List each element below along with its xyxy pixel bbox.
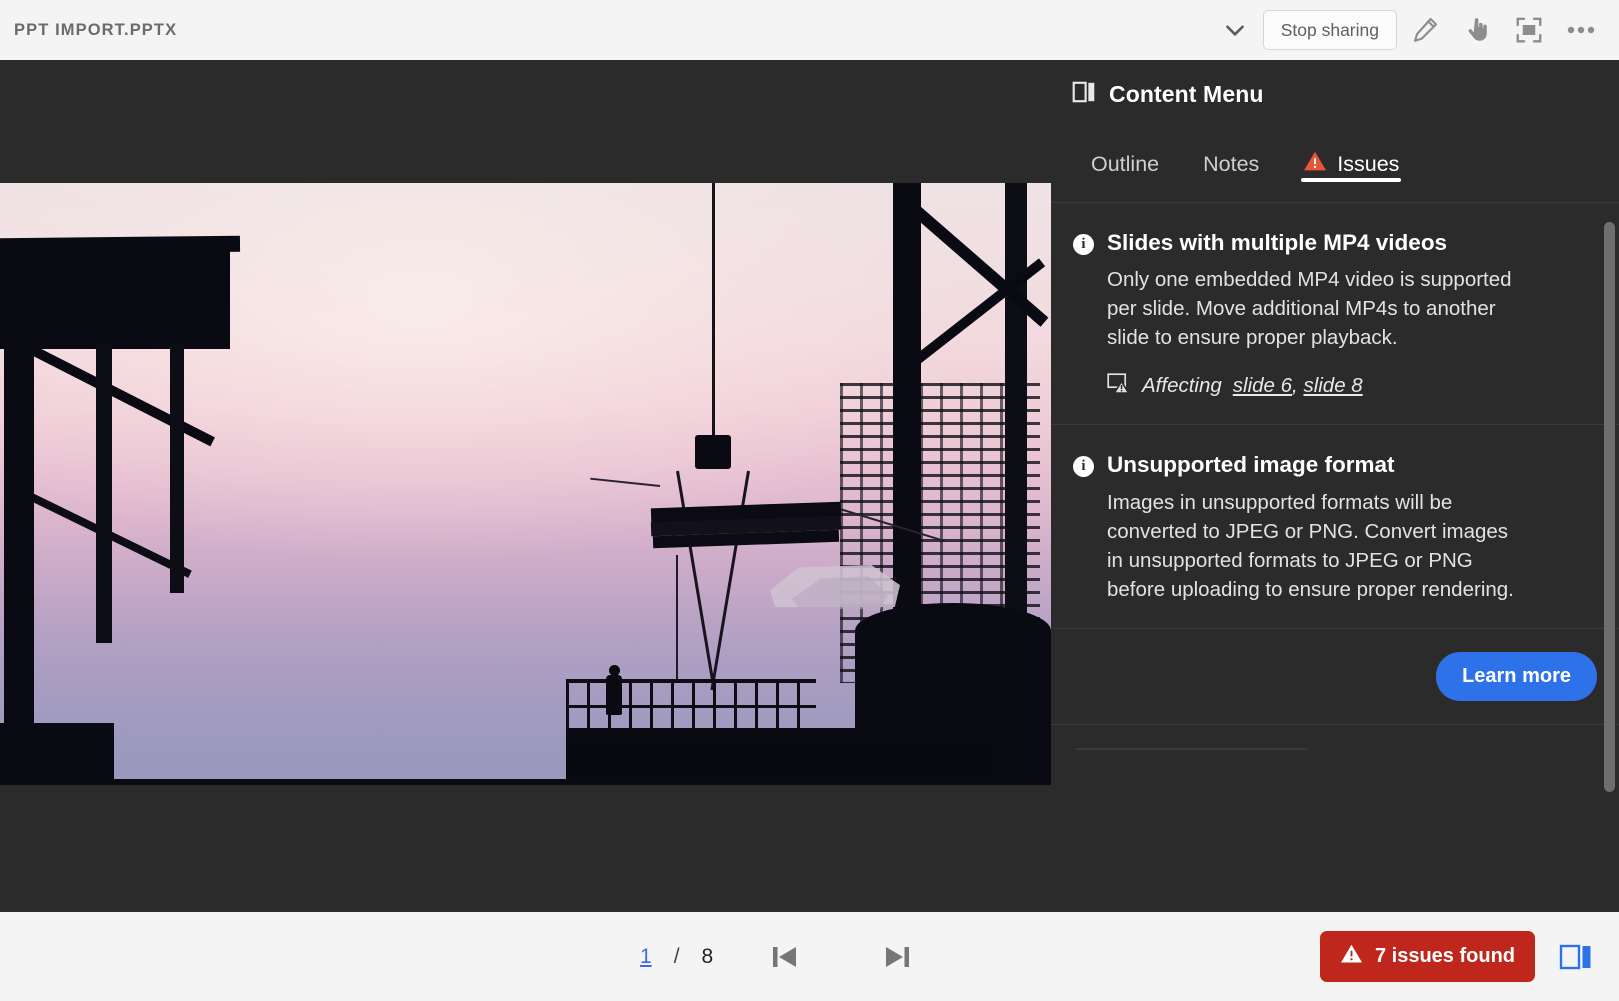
tab-notes-label: Notes <box>1203 151 1260 176</box>
tab-issues-label: Issues <box>1337 151 1400 176</box>
panel-scrollbar[interactable] <box>1604 222 1615 792</box>
silhouette-left-column-3 <box>170 343 184 593</box>
top-toolbar: PPT IMPORT.PPTX Stop sharing <box>0 0 1619 60</box>
issue-affecting-row: Affecting slide 6, slide 8 <box>1107 372 1589 400</box>
learn-more-button[interactable]: Learn more <box>1436 652 1597 702</box>
panel-title: Content Menu <box>1109 80 1264 107</box>
slide-stage <box>0 60 1051 912</box>
issue-description: Images in unsupported formats will be co… <box>1107 490 1514 601</box>
current-page-number[interactable]: 1 <box>640 945 652 969</box>
app-window: PPT IMPORT.PPTX Stop sharing Content Men… <box>0 0 1619 1001</box>
skip-to-end-icon[interactable] <box>867 933 927 981</box>
affecting-slide-link[interactable]: slide 8 <box>1303 374 1362 397</box>
warning-triangle-icon <box>1340 943 1363 970</box>
affecting-slide-link[interactable]: slide 6 <box>1233 374 1292 397</box>
chevron-down-icon[interactable] <box>1213 10 1257 50</box>
warning-triangle-icon <box>1303 150 1327 178</box>
stop-sharing-button[interactable]: Stop sharing <box>1262 10 1397 50</box>
bottom-toolbar-actions: 7 issues found <box>1319 931 1619 982</box>
toggle-side-panel-icon[interactable] <box>1553 937 1599 977</box>
panel-tabs: Outline Notes Issues <box>1051 128 1619 202</box>
silhouette-left-column-1 <box>4 343 34 785</box>
export-issues-row: Export issues (.CSV) <box>1051 725 1619 750</box>
issue-card[interactable]: i Unsupported image format Images in uns… <box>1051 425 1619 630</box>
content-menu-panel: Content Menu Outline Notes Issues i Slid… <box>1051 60 1619 912</box>
silhouette-left-column-2 <box>96 343 112 643</box>
crane-hook-block <box>695 435 731 469</box>
learn-more-row: Learn more <box>1051 629 1619 726</box>
ground-line <box>0 779 1051 785</box>
tab-notes[interactable]: Notes <box>1181 128 1281 190</box>
silhouette-left-base <box>0 723 114 785</box>
bottom-toolbar: 1 / 8 7 issues found <box>0 912 1619 1001</box>
total-page-count: 8 <box>701 944 714 968</box>
tab-outline-label: Outline <box>1091 151 1160 176</box>
crane-cable <box>712 183 715 435</box>
tab-active-underline <box>1301 178 1402 182</box>
worker-silhouette-body <box>606 675 622 715</box>
slide-warning-icon <box>1107 372 1131 400</box>
slide-pagination: 1 / 8 <box>640 933 927 981</box>
info-icon: i <box>1073 456 1094 478</box>
issue-affecting-label: Affecting <box>1142 374 1222 398</box>
hand-pointer-icon[interactable] <box>1453 8 1501 52</box>
page-separator: / <box>673 944 680 968</box>
issues-found-badge[interactable]: 7 issues found <box>1319 931 1535 982</box>
platform-rail-top <box>566 679 816 683</box>
slide-image <box>0 183 1051 785</box>
platform-rail-posts <box>566 679 816 729</box>
more-horizontal-icon[interactable] <box>1557 8 1605 52</box>
skip-to-start-icon[interactable] <box>755 933 815 981</box>
top-toolbar-actions: Stop sharing <box>1213 8 1619 52</box>
tab-issues[interactable]: Issues <box>1281 128 1421 190</box>
affecting-slides-comma: , <box>1292 374 1304 398</box>
issue-title: Unsupported image format <box>1107 452 1395 478</box>
issue-title-row: i Unsupported image format <box>1073 451 1589 479</box>
content-panel-icon <box>1071 79 1097 110</box>
issue-affecting-slides: slide 6, slide 8 <box>1233 374 1363 398</box>
issue-card[interactable]: i Slides with multiple MP4 videos Only o… <box>1051 203 1619 426</box>
panel-header: Content Menu <box>1051 60 1619 128</box>
issues-list: i Slides with multiple MP4 videos Only o… <box>1051 203 1619 750</box>
document-title: PPT IMPORT.PPTX <box>14 20 178 39</box>
export-issues-button[interactable]: Export issues (.CSV) <box>1073 748 1310 750</box>
tab-outline[interactable]: Outline <box>1069 128 1181 190</box>
pencil-icon[interactable] <box>1397 8 1453 52</box>
worker-silhouette-head <box>609 665 620 676</box>
silhouette-left-body <box>0 249 230 349</box>
platform-rail-mid <box>566 705 816 708</box>
fullscreen-icon[interactable] <box>1501 8 1557 52</box>
crane-drop-rope <box>676 555 678 683</box>
info-icon: i <box>1073 234 1094 255</box>
issue-title: Slides with multiple MP4 videos <box>1107 230 1448 255</box>
issue-description: Only one embedded MP4 video is supported… <box>1107 268 1512 350</box>
issue-title-row: i Slides with multiple MP4 videos <box>1073 229 1589 257</box>
issues-found-label: 7 issues found <box>1374 945 1515 967</box>
